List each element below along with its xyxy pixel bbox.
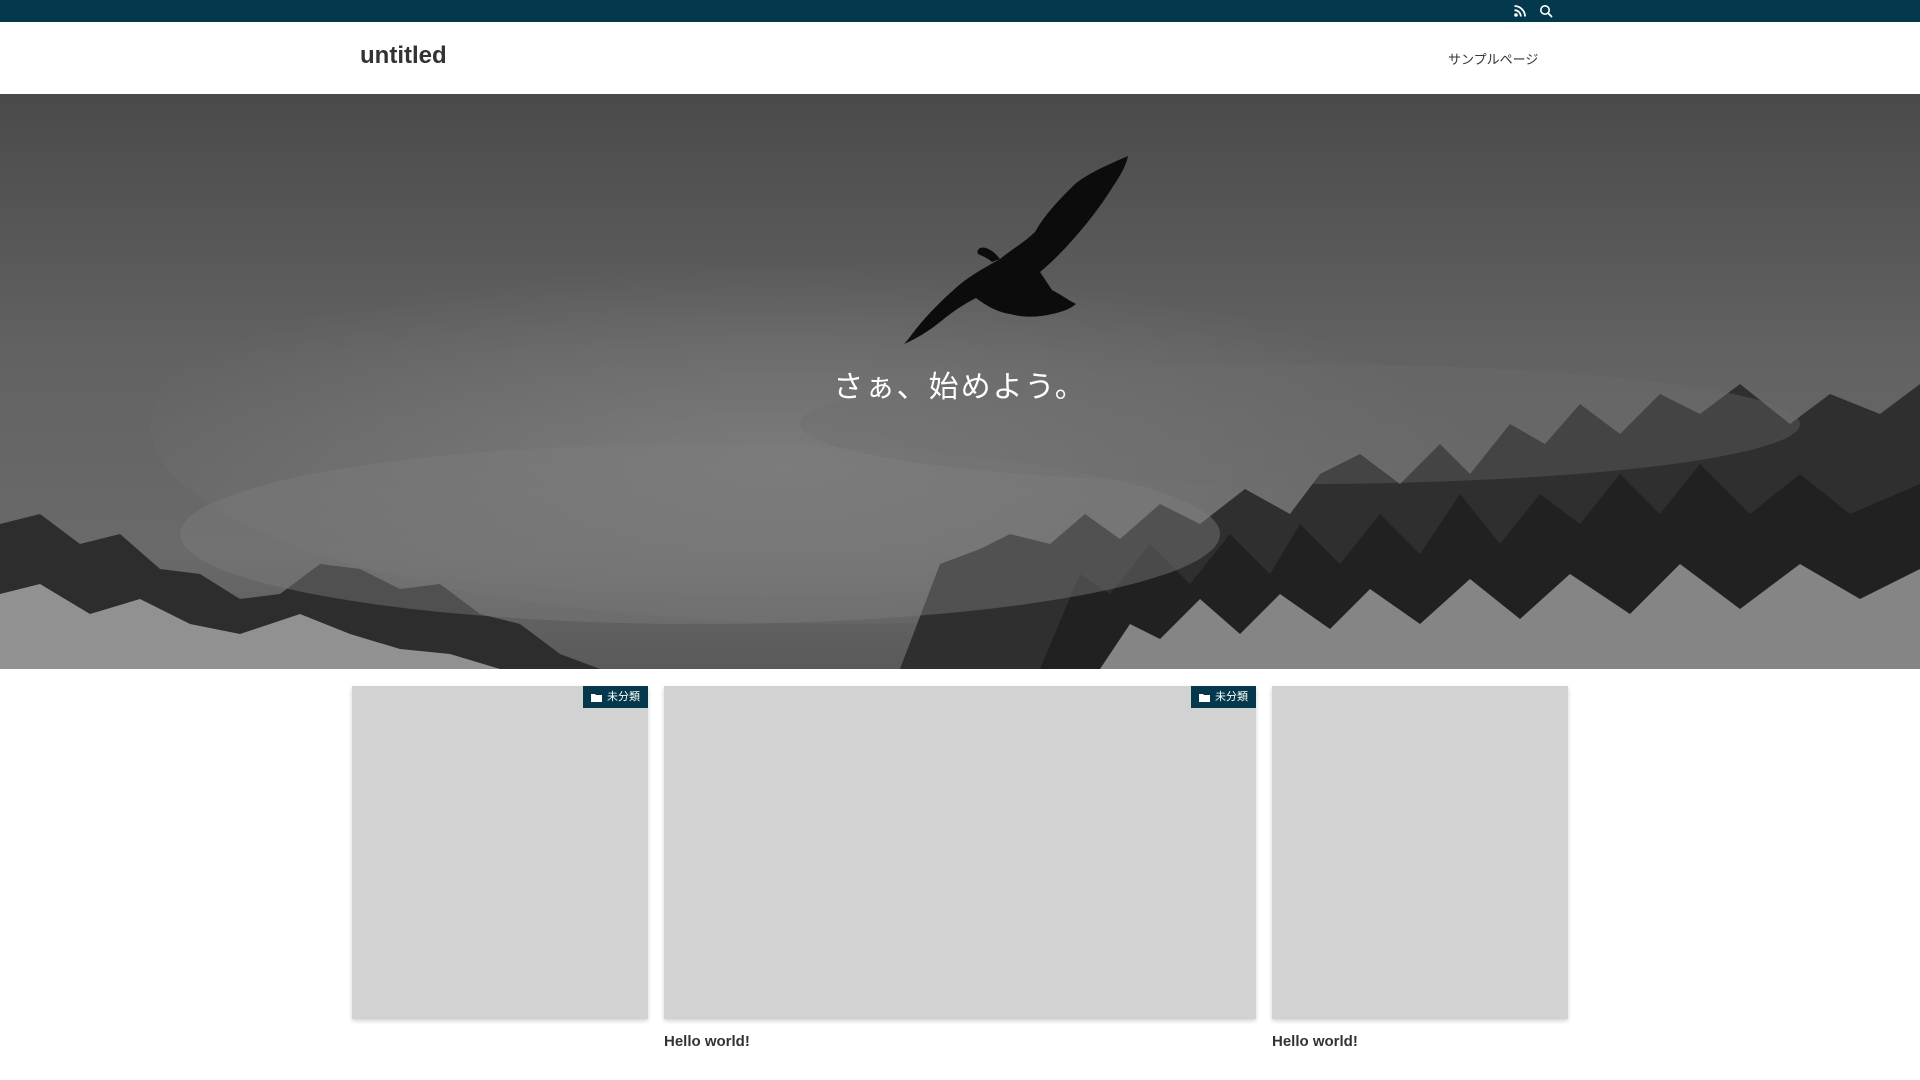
folder-icon [591,693,602,702]
post-thumbnail-placeholder[interactable] [1272,686,1568,1019]
category-label: 未分類 [1215,690,1248,703]
post-thumbnail-placeholder[interactable] [352,686,648,1019]
top-utility-bar [0,0,1920,22]
category-label: 未分類 [607,690,640,703]
post-thumbnail-placeholder[interactable] [664,686,1256,1019]
search-icon[interactable] [1538,3,1554,19]
site-header: untitled サンプルページ [0,22,1920,94]
category-badge[interactable]: 未分類 [1191,686,1256,708]
nav-item-sample-page[interactable]: サンプルページ [1448,49,1538,68]
hero-tagline: さぁ、始めよう。 [833,370,1087,405]
post-title[interactable]: Hello world! [664,1033,750,1050]
category-badge[interactable]: 未分類 [583,686,648,708]
folder-icon [1199,693,1210,702]
hero-banner: さぁ、始めよう。 [0,94,1920,669]
rss-icon[interactable] [1512,3,1528,19]
post-grid: 未分類 未分類 Hello world! Hello world! [0,686,1920,1080]
post-title[interactable]: Hello world! [1272,1033,1358,1050]
bird-silhouette-image [904,156,1128,344]
site-title[interactable]: untitled [360,42,447,70]
